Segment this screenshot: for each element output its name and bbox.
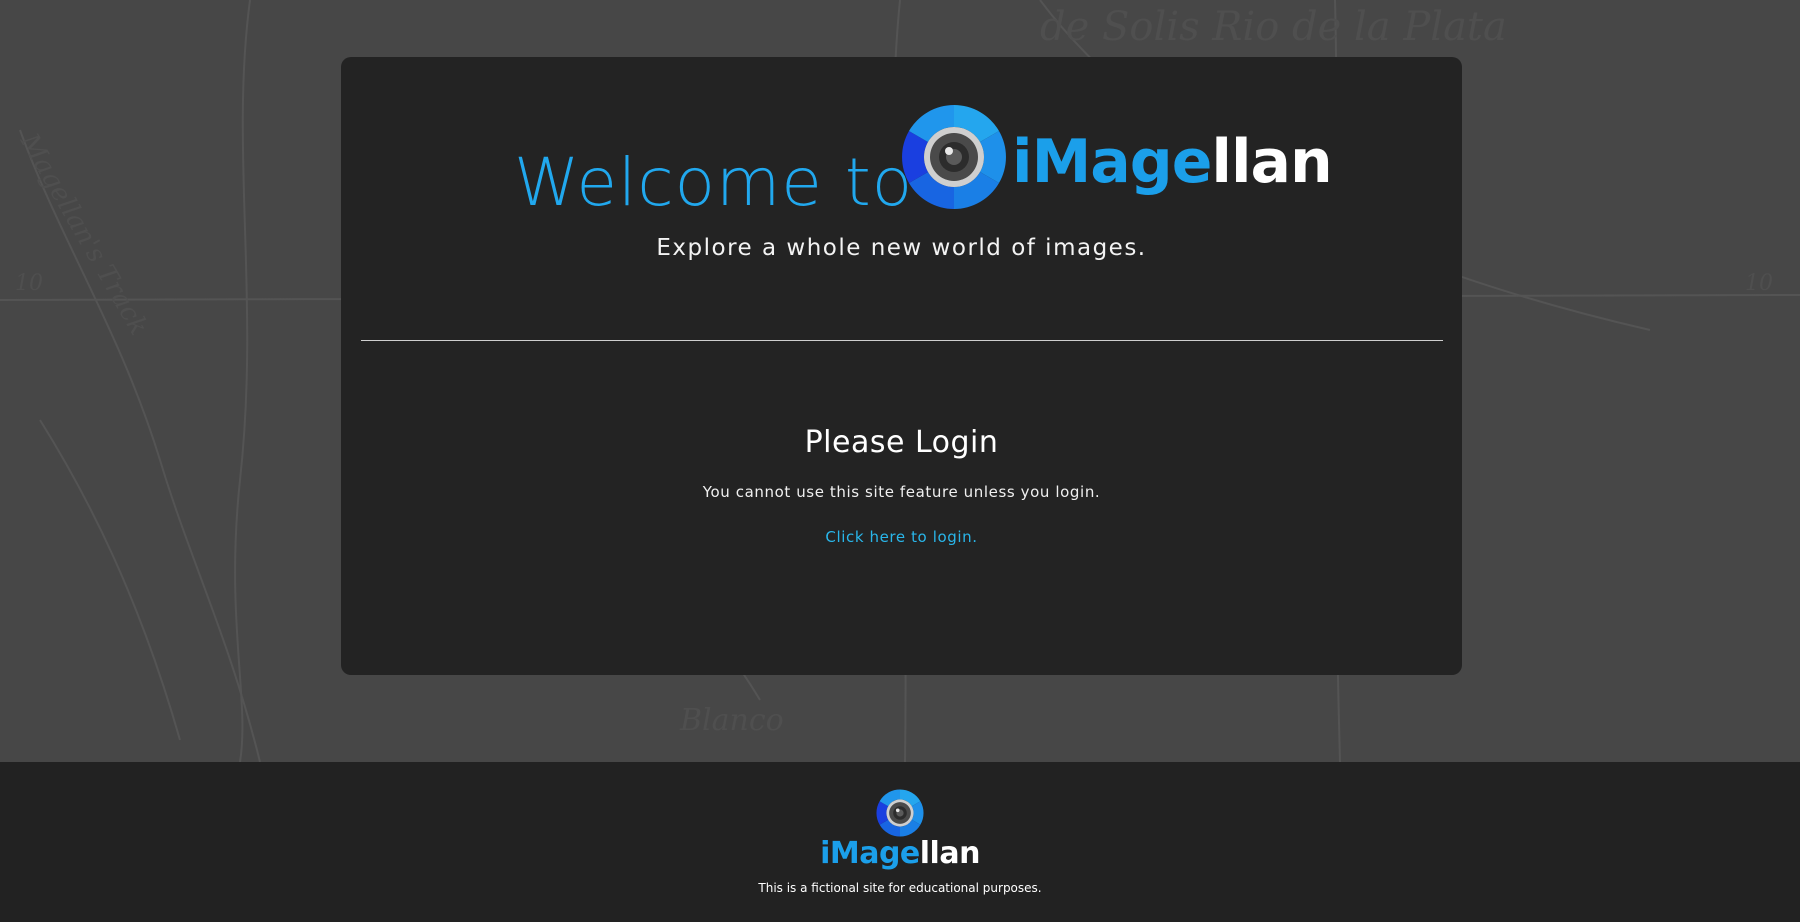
welcome-heading: Welcome to — [514, 144, 914, 221]
login-title: Please Login — [804, 425, 999, 460]
imagellan-logo: iMagellan — [901, 102, 1333, 232]
svg-text:Blanco: Blanco — [679, 703, 784, 738]
login-link[interactable]: Click here to login. — [825, 528, 977, 546]
logo-wordmark-blue: iMage — [1012, 127, 1212, 197]
tagline: Explore a whole new world of images. — [656, 235, 1147, 261]
footer-wordmark-blue: iMage — [820, 836, 920, 871]
divider — [361, 340, 1443, 341]
welcome-panel: Welcome to iMagellan Explore a whole new… — [341, 57, 1462, 675]
login-message: You cannot use this site feature unless … — [702, 483, 1101, 501]
svg-text:10: 10 — [15, 271, 43, 296]
footer-wordmark-white: llan — [919, 836, 981, 871]
footer-note: This is a fictional site for educational… — [758, 881, 1042, 895]
login-link-wrapper: Click here to login. — [341, 528, 1462, 546]
footer: iMagellan This is a fictional site for e… — [0, 762, 1800, 922]
svg-text:de Solis Rio de la Plata: de Solis Rio de la Plata — [1040, 4, 1507, 50]
logo-wordmark: iMagellan — [1012, 132, 1333, 192]
footer-logo-wordmark: iMagellan — [0, 839, 1800, 869]
camera-aperture-icon — [902, 105, 1006, 209]
camera-aperture-icon — [876, 789, 924, 837]
logo-wordmark-white: llan — [1211, 127, 1332, 197]
hero-banner: Welcome to iMagellan — [341, 102, 1462, 232]
svg-text:Magellan's Track: Magellan's Track — [13, 128, 153, 341]
svg-text:10: 10 — [1745, 271, 1773, 296]
